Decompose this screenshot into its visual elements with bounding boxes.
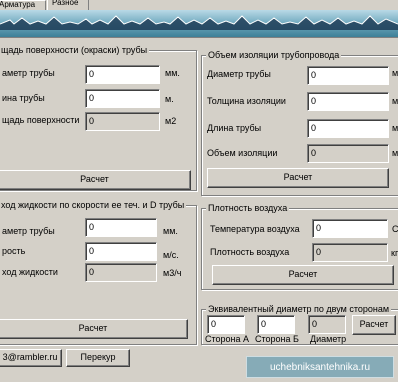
flow-diameter-label: аметр трубы (2, 226, 55, 236)
insulation-diameter-unit: м (392, 68, 398, 78)
air-temperature-input[interactable]: 0 (312, 219, 388, 238)
side-b-label: Сторона Б (255, 334, 299, 344)
insulation-volume-output: 0 (307, 144, 389, 163)
surface-length-input[interactable]: 0 (85, 89, 160, 108)
surface-area-label: щадь поверхности (2, 115, 80, 125)
insulation-calc-button[interactable]: Расчет (207, 168, 389, 188)
surface-area-unit: м2 (165, 116, 177, 126)
surface-diameter-label: аметр трубы (2, 68, 55, 78)
insulation-volume-title: Объем изоляции трубопровода (206, 50, 342, 61)
air-density-label: Плотность воздуха (210, 247, 290, 257)
flow-diameter-unit: мм. (163, 226, 178, 236)
insulation-thickness-unit: м (392, 96, 398, 106)
air-density-unit: кг (391, 248, 398, 258)
air-calc-button[interactable]: Расчет (212, 265, 394, 285)
side-a-input[interactable]: 0 (207, 315, 245, 334)
flow-speed-label: рость (2, 246, 26, 256)
insulation-thickness-input[interactable]: 0 (307, 92, 389, 111)
insulation-diameter-input[interactable]: 0 (307, 66, 389, 85)
surface-diameter-input[interactable]: 0 (85, 65, 160, 84)
flow-diameter-input[interactable]: 0 (85, 218, 157, 237)
rooftops-decoration (0, 15, 398, 30)
tab-misc[interactable]: Разное (47, 0, 89, 10)
equivalent-diameter-title: Эквивалентный диаметр по двум сторонам (206, 304, 392, 315)
insulation-length-unit: м (392, 123, 398, 133)
air-density-output: 0 (312, 243, 388, 262)
surface-area-output: 0 (85, 112, 160, 131)
insulation-length-label: Длина трубы (207, 123, 262, 133)
surface-length-unit: м. (165, 94, 174, 104)
flow-speed-unit: м/с. (163, 250, 179, 260)
flow-speed-input[interactable]: 0 (85, 242, 157, 261)
flow-rate-unit: м3/ч (163, 268, 182, 278)
insulation-diameter-label: Диаметр трубы (207, 69, 271, 79)
surface-area-title: щадь поверхности (окраски) трубы (0, 45, 150, 56)
equiv-diameter-output: 0 (308, 315, 346, 334)
insulation-length-input[interactable]: 0 (307, 119, 389, 138)
air-temperature-unit: С (392, 224, 398, 234)
air-density-title: Плотность воздуха (206, 203, 290, 214)
side-b-input[interactable]: 0 (257, 315, 295, 334)
surface-diameter-unit: мм. (165, 68, 180, 78)
flow-calc-button[interactable]: Расчет (0, 319, 188, 339)
flow-rate-output: 0 (85, 263, 157, 282)
surface-calc-button[interactable]: Расчет (0, 170, 191, 190)
diameter-label: Диаметр (310, 334, 347, 344)
insulation-volume-unit: м (392, 148, 398, 158)
side-a-label: Сторона А (205, 334, 250, 344)
fluid-flow-title: ход жидкости по скорости ее теч. и D тру… (0, 200, 187, 211)
tab-armatura[interactable]: Арматура (0, 0, 46, 10)
watermark: uchebniksantehnika.ru (246, 356, 394, 378)
air-temperature-label: Температура воздуха (210, 224, 300, 234)
email-button[interactable]: 3@rambler.ru (0, 349, 62, 367)
insulation-volume-label: Объем изоляции (207, 148, 278, 158)
restart-button[interactable]: Перекур (66, 349, 130, 367)
surface-length-label: ина трубы (2, 93, 45, 103)
equiv-calc-button[interactable]: Расчет (352, 315, 396, 335)
flow-rate-label: ход жидкости (2, 267, 58, 277)
header-banner (0, 10, 398, 38)
tab-strip: Арматура Разное (0, 0, 398, 10)
insulation-thickness-label: Толщина изоляции (207, 96, 286, 106)
